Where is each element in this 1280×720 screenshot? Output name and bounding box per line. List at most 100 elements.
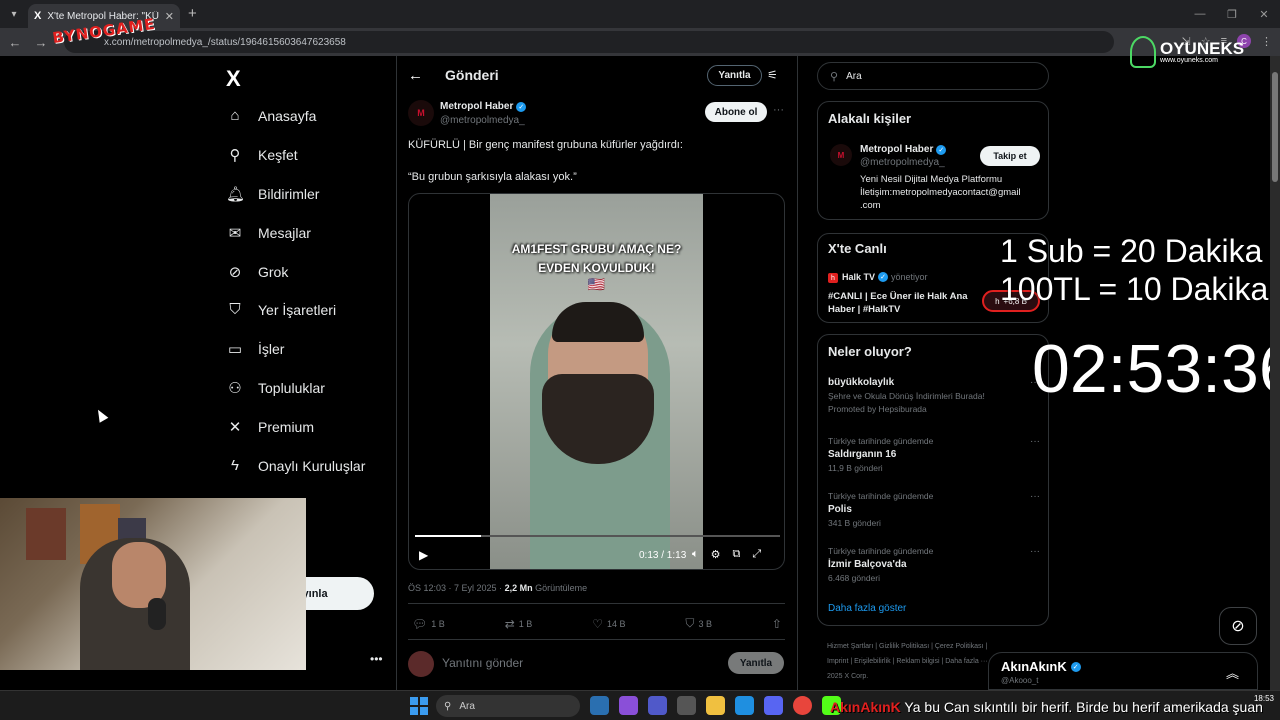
reply-submit-button[interactable]: Yanıtla (728, 652, 784, 674)
nav-grok[interactable]: ⊘ Grok (226, 263, 289, 281)
folder-icon[interactable] (706, 696, 725, 715)
live-host-text: Halk TV (842, 272, 876, 282)
trends-card: Neler oluyor? büyükkolaylık Şehre ve Oku… (817, 334, 1049, 626)
nav-label: Mesajlar (258, 225, 311, 241)
chat-name-text: AkınAkınK (1001, 659, 1067, 674)
nav-communities[interactable]: ⚇ Topluluklar (226, 379, 325, 397)
pip-icon[interactable]: ⧉ (732, 548, 740, 561)
share-action[interactable]: ⇧ (772, 616, 782, 631)
trend-sub: 6.468 gönderi (828, 573, 880, 583)
trend-item[interactable]: Türkiye tarihinde gündemde İzmir Balçova… (828, 546, 1040, 583)
page-scrollbar[interactable] (1270, 56, 1280, 690)
back-icon[interactable]: ← (4, 35, 26, 50)
author-avatar[interactable]: M (408, 100, 434, 126)
tab-search-icon[interactable]: ▾ (0, 0, 28, 28)
nav-verified-orgs[interactable]: ϟ Onaylı Kuruluşlar (226, 457, 365, 474)
browser-tab-bar: ▾ X X'te Metropol Haber: "KÜFÜRLÜ ✕ + — … (0, 0, 1280, 28)
play-icon[interactable]: ▶ (419, 548, 428, 562)
nav-messages[interactable]: ✉ Mesajlar (226, 224, 311, 242)
video-time: 0:13 / 1:13 (639, 550, 687, 561)
repost-icon: ⇄ (504, 616, 515, 631)
chevron-up-icon[interactable]: ︽ (1226, 663, 1239, 682)
nav-bookmarks[interactable]: ⛉ Yer İşaretleri (226, 301, 336, 318)
scrollbar-thumb[interactable] (1272, 72, 1278, 182)
windows-start-icon[interactable] (410, 697, 428, 715)
settings-sliders-icon[interactable]: ⚟ (767, 68, 778, 82)
video-person-hair (552, 302, 644, 342)
post-quote: “Bu grubun şarkısıyla alakası yok.” (408, 171, 577, 183)
nav-explore[interactable]: ⚲ Keşfet (226, 146, 298, 164)
trend-item[interactable]: büyükkolaylık Şehre ve Okula Dönüş İndir… (828, 377, 1040, 414)
subscribe-button[interactable]: Abone ol (705, 102, 767, 122)
related-handle[interactable]: @metropolmedya_ (860, 157, 945, 168)
live-broadcast-title[interactable]: #CANLI | Ece Üner ile Halk Ana Haber | #… (828, 290, 968, 316)
maximize-icon[interactable]: ❐ (1216, 0, 1248, 28)
footer-links[interactable]: Hizmet Şartları | Gizlilik Politikası | … (827, 639, 997, 684)
taskbar-apps (590, 696, 841, 715)
discord-icon[interactable] (764, 696, 783, 715)
trend-more-icon[interactable]: ··· (1030, 491, 1040, 502)
repost-action[interactable]: ⇄ 1 B (505, 616, 533, 631)
header-reply-button[interactable]: Yanıtla (707, 65, 762, 86)
taskbar-search-text: Ara (459, 700, 475, 712)
ticker-name: AkınAkınK (830, 699, 901, 715)
settings-gear-icon[interactable]: ⚙ (711, 548, 721, 561)
nav-notifications[interactable]: 🔔︎ Bildirimler (226, 185, 319, 203)
post-timestamp[interactable]: ÖS 12:03 · 7 Eyl 2025 · (408, 583, 505, 593)
chat-drawer[interactable]: AkınAkınK ✓ @Akooo_t ︽ (988, 652, 1258, 690)
bookmark-count: 3 B (698, 618, 712, 629)
account-more-icon[interactable]: ••• (370, 652, 383, 666)
teams-icon[interactable] (648, 696, 667, 715)
reply-input[interactable]: Yanıtını gönder (442, 656, 523, 670)
nav-home[interactable]: ⌂ Anasayfa (226, 107, 316, 124)
like-action[interactable]: ♡ 14 B (592, 616, 625, 631)
close-window-icon[interactable]: ✕ (1248, 0, 1280, 28)
post-more-icon[interactable]: ··· (773, 104, 784, 116)
reply-action[interactable]: 💬︎ 1 B (412, 616, 445, 631)
fullscreen-icon[interactable]: ⤢ (752, 548, 761, 561)
x-logo-icon[interactable]: X (226, 66, 241, 92)
my-avatar[interactable] (408, 651, 434, 677)
follow-button[interactable]: Takip et (980, 146, 1040, 166)
video-player[interactable]: AM1FEST GRUBU AMAÇ NE? EVDEN KOVULDUK! 🇺… (408, 193, 785, 570)
browser-menu-icon[interactable]: ⋮ (1261, 35, 1272, 48)
divider (408, 639, 785, 640)
windows-taskbar: ⚲ Ara AkınAkınK Ya bu Can sıkıntılı bir h… (0, 690, 1280, 720)
video-controls: 🔈︎ ⚙ ⧉ ⤢ (692, 548, 761, 561)
show-more-link[interactable]: Daha fazla göster (828, 603, 906, 614)
trend-item[interactable]: Türkiye tarihinde gündemde Polis 341 B g… (828, 491, 1040, 528)
volume-icon[interactable]: 🔈︎ (692, 548, 699, 561)
app-icon[interactable] (619, 696, 638, 715)
address-bar[interactable]: x.com/metropolmedya_/status/196461560364… (64, 31, 1114, 53)
related-name[interactable]: Metropol Haber ✓ (860, 144, 947, 155)
new-tab-icon[interactable]: + (188, 5, 197, 22)
video-progress-bar[interactable] (415, 535, 780, 537)
minimize-icon[interactable]: — (1184, 0, 1216, 28)
live-host[interactable]: Halk TV ✓ yönetiyor (842, 272, 928, 282)
back-arrow-icon[interactable]: ← (408, 67, 423, 84)
search-input[interactable]: ⚲ Ara (817, 62, 1049, 90)
search-icon: ⚲ (229, 147, 241, 164)
related-avatar[interactable]: M (830, 144, 852, 166)
grok-fab-icon[interactable]: ⊘ (1219, 607, 1257, 645)
forward-icon[interactable]: → (30, 35, 52, 50)
chrome-icon[interactable] (793, 696, 812, 715)
heart-icon: ♡ (592, 616, 603, 631)
x-icon: ✕ (228, 419, 242, 436)
edge-icon[interactable] (735, 696, 754, 715)
author-handle[interactable]: @metropolmedya_ (440, 115, 525, 126)
author-name[interactable]: Metropol Haber ✓ (440, 101, 527, 112)
trend-more-icon[interactable]: ··· (1030, 436, 1040, 447)
store-icon[interactable] (677, 696, 696, 715)
nav-jobs[interactable]: ▭ İşler (226, 340, 285, 358)
taskbar-clock[interactable]: 18:53 (1254, 693, 1274, 705)
trend-item[interactable]: Türkiye tarihinde gündemde Saldırganın 1… (828, 436, 1040, 473)
nav-premium[interactable]: ✕ Premium (226, 418, 314, 436)
tab-close-icon[interactable]: ✕ (165, 10, 174, 23)
bookmark-action[interactable]: ⛉ 3 B (685, 616, 712, 631)
taskbar-search[interactable]: ⚲ Ara (436, 695, 580, 717)
app-icon[interactable] (590, 696, 609, 715)
bell-icon: 🔔︎ (226, 186, 246, 203)
trend-more-icon[interactable]: ··· (1030, 546, 1040, 557)
related-name-text: Metropol Haber (860, 144, 934, 155)
